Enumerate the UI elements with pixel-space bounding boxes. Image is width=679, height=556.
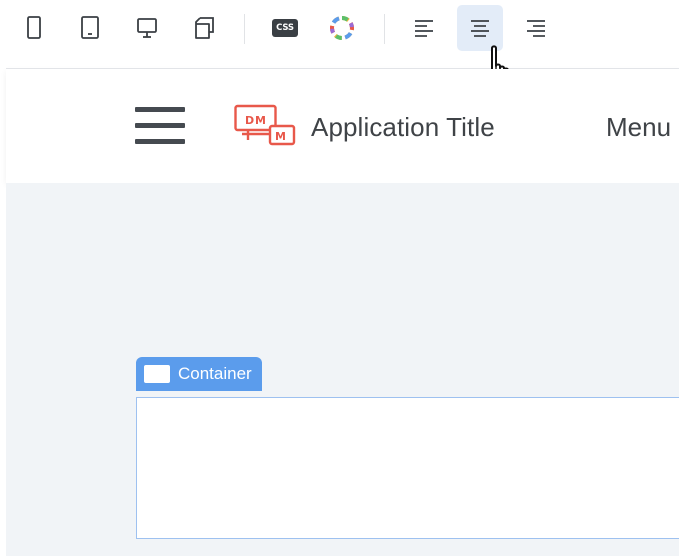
desktop-icon [137,18,157,38]
css-label: CSS [276,23,294,33]
toolbar-separator [244,14,245,44]
container-label: Container [178,364,252,383]
mobile-icon [27,16,41,39]
align-center-icon [471,20,489,37]
svg-text:M: M [275,130,286,143]
selected-container[interactable] [136,397,679,539]
svg-text:D: D [245,114,254,127]
app-header: D M M Application Title Menu [6,69,679,183]
align-left-icon [415,20,433,37]
tablet-view-button[interactable] [67,5,113,51]
container-label-chip[interactable]: Container [136,357,262,391]
responsive-icon [195,17,214,39]
responsive-view-button[interactable] [181,5,227,51]
hamburger-menu-icon[interactable] [135,107,185,145]
css-editor-button[interactable]: CSS [262,5,308,51]
align-right-button[interactable] [513,5,559,51]
mobile-view-button[interactable] [11,5,57,51]
toolbar-separator [384,14,385,44]
color-palette-icon [330,16,354,40]
align-left-button[interactable] [401,5,447,51]
editor-toolbar: CSS [0,0,679,68]
container-icon [144,365,170,383]
css-icon: CSS [272,19,298,37]
app-logo-icon: D M M [234,104,296,146]
application-title: Application Title [311,112,495,142]
align-right-icon [527,20,545,37]
tablet-icon [81,16,99,39]
menu-link[interactable]: Menu [606,112,671,143]
theme-colors-button[interactable] [319,5,365,51]
align-center-button[interactable] [457,5,503,51]
svg-text:M: M [255,114,266,127]
desktop-view-button[interactable] [124,5,170,51]
